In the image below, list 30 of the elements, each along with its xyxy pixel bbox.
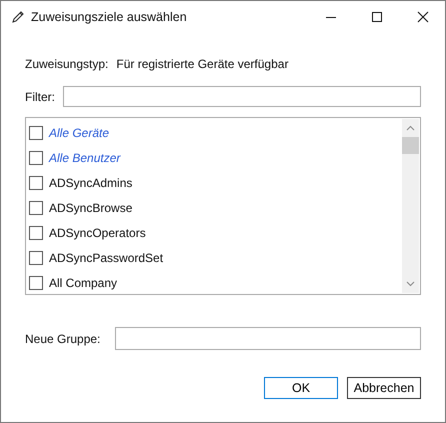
scroll-up-icon[interactable] xyxy=(406,125,415,131)
list-item-label[interactable]: Alle Geräte xyxy=(49,126,110,140)
assignment-type-value: Für registrierte Geräte verfügbar xyxy=(116,57,288,71)
scrollbar[interactable] xyxy=(402,119,419,293)
checkbox[interactable] xyxy=(29,176,43,190)
list-item-label[interactable]: ADSyncPasswordSet xyxy=(49,250,164,264)
new-group-field[interactable] xyxy=(115,327,421,350)
checkbox[interactable] xyxy=(29,126,43,140)
list-item-label[interactable]: ADSyncAdmins xyxy=(49,176,132,190)
scroll-down-icon[interactable] xyxy=(406,281,415,287)
assignment-type-label: Zuweisungstyp: xyxy=(25,57,108,71)
filter-label: Filter: xyxy=(25,90,55,104)
close-icon[interactable] xyxy=(417,10,429,22)
filter-field[interactable] xyxy=(63,86,421,107)
maximize-icon[interactable] xyxy=(371,10,383,22)
ok-button[interactable]: OK xyxy=(264,377,338,399)
list-item-label[interactable]: ADSyncBrowse xyxy=(49,200,132,214)
list-item-label[interactable]: ADSyncOperators xyxy=(49,226,146,240)
checkbox[interactable] xyxy=(29,276,43,290)
cancel-button[interactable]: Abbrechen xyxy=(347,377,421,399)
new-group-label: Neue Gruppe: xyxy=(25,332,102,346)
window-title: Zuweisungsziele auswählen xyxy=(31,10,187,24)
checkbox[interactable] xyxy=(29,226,43,240)
checkbox[interactable] xyxy=(29,250,43,264)
list-item-label[interactable]: Alle Benutzer xyxy=(49,150,120,164)
list-item-label[interactable]: All Company xyxy=(49,276,118,290)
pencil-icon xyxy=(11,10,25,24)
checkbox[interactable] xyxy=(29,200,43,214)
scrollbar-thumb[interactable] xyxy=(402,137,419,154)
checkbox[interactable] xyxy=(29,150,43,164)
